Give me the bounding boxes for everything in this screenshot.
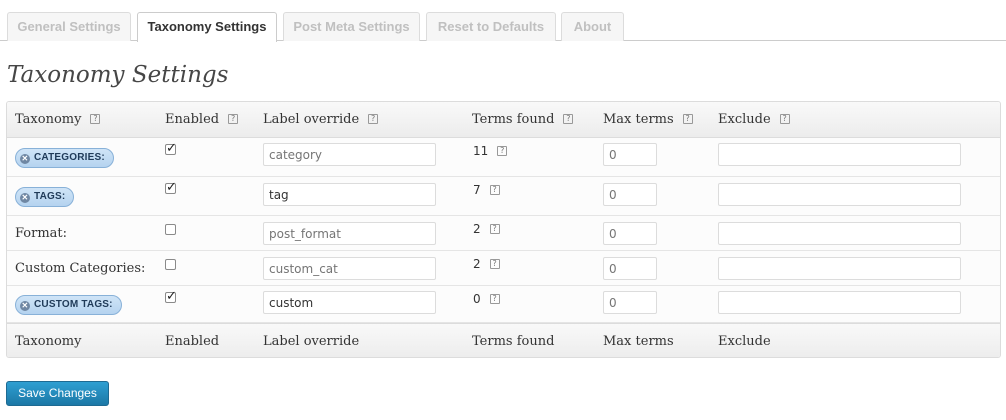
exclude-input[interactable] xyxy=(718,183,961,206)
terms-count: 11 xyxy=(473,144,489,158)
header-terms-found: Terms found? xyxy=(472,112,574,127)
header-label: Terms found xyxy=(472,112,555,127)
help-icon[interactable]: ? xyxy=(563,114,574,124)
header-label: Taxonomy xyxy=(15,112,82,127)
taxonomy-table: Taxonomy? Enabled? Label override? Terms… xyxy=(6,101,1001,358)
header-enabled: Enabled? xyxy=(165,112,239,127)
table-row: ✕ CATEGORIES: ✓ 11? xyxy=(7,138,1000,177)
table-row: Custom Categories: 2? xyxy=(7,251,1000,286)
header-label: Label override xyxy=(263,112,360,127)
remove-x-icon[interactable]: ✕ xyxy=(20,193,30,203)
footer-taxonomy: Taxonomy xyxy=(15,334,82,349)
taxonomy-name: CUSTOM TAGS: xyxy=(34,299,113,310)
exclude-input[interactable] xyxy=(718,222,961,245)
header-max-terms: Max terms? xyxy=(603,112,693,127)
taxonomy-name: Custom Categories: xyxy=(15,261,146,276)
help-icon[interactable]: ? xyxy=(489,259,500,269)
terms-found: 11? xyxy=(473,144,508,158)
header-label-override: Label override? xyxy=(263,112,379,127)
checkmark-icon: ✓ xyxy=(166,289,177,304)
taxonomy-name: CATEGORIES: xyxy=(34,152,105,163)
table-footer: Taxonomy Enabled Label override Terms fo… xyxy=(7,323,1000,357)
checkmark-icon: ✓ xyxy=(166,141,177,156)
checkmark-icon: ✓ xyxy=(166,180,177,195)
label-override-input[interactable] xyxy=(263,183,436,206)
tab-bar: General Settings Taxonomy Settings Post … xyxy=(0,0,1006,42)
max-terms-input[interactable] xyxy=(603,143,657,166)
footer-label-override: Label override xyxy=(263,334,360,349)
tab-post-meta-settings[interactable]: Post Meta Settings xyxy=(283,12,420,41)
help-icon[interactable]: ? xyxy=(228,114,239,124)
terms-count: 0 xyxy=(473,292,481,306)
header-taxonomy: Taxonomy? xyxy=(15,112,101,127)
tab-general-settings[interactable]: General Settings xyxy=(7,12,131,41)
terms-found: 2? xyxy=(473,222,500,236)
terms-count: 2 xyxy=(473,257,481,271)
remove-x-icon[interactable]: ✕ xyxy=(20,154,30,164)
max-terms-input[interactable] xyxy=(603,257,657,280)
label-override-input[interactable] xyxy=(263,291,436,314)
table-header: Taxonomy? Enabled? Label override? Terms… xyxy=(7,102,1000,138)
taxonomy-pill[interactable]: ✕ CUSTOM TAGS: xyxy=(15,295,122,315)
max-terms-input[interactable] xyxy=(603,291,657,314)
tab-taxonomy-settings[interactable]: Taxonomy Settings xyxy=(137,12,277,42)
header-exclude: Exclude? xyxy=(718,112,790,127)
footer-terms-found: Terms found xyxy=(472,334,555,349)
save-changes-button[interactable]: Save Changes xyxy=(6,381,109,406)
help-icon[interactable]: ? xyxy=(682,114,693,124)
help-icon[interactable]: ? xyxy=(489,185,500,195)
remove-x-icon[interactable]: ✕ xyxy=(20,301,30,311)
max-terms-input[interactable] xyxy=(603,222,657,245)
enabled-checkbox[interactable] xyxy=(165,259,176,270)
label-override-input[interactable] xyxy=(263,222,436,245)
taxonomy-pill[interactable]: ✕ CATEGORIES: xyxy=(15,148,114,168)
table-row: Format: 2? xyxy=(7,216,1000,251)
header-label: Exclude xyxy=(718,112,771,127)
enabled-checkbox[interactable]: ✓ xyxy=(165,141,177,156)
taxonomy-cell: ✕ CUSTOM TAGS: xyxy=(15,294,122,315)
tab-reset-to-defaults[interactable]: Reset to Defaults xyxy=(426,12,556,41)
terms-count: 2 xyxy=(473,222,481,236)
help-icon[interactable]: ? xyxy=(779,114,790,124)
max-terms-input[interactable] xyxy=(603,183,657,206)
page-title: Taxonomy Settings xyxy=(7,62,229,88)
label-override-input[interactable] xyxy=(263,143,436,166)
table-row: ✕ TAGS: ✓ 7? xyxy=(7,177,1000,216)
exclude-input[interactable] xyxy=(718,143,961,166)
label-override-input[interactable] xyxy=(263,257,436,280)
terms-found: 0? xyxy=(473,292,500,306)
help-icon[interactable]: ? xyxy=(90,114,101,124)
taxonomy-cell: ✕ CATEGORIES: xyxy=(15,147,114,168)
exclude-input[interactable] xyxy=(718,257,961,280)
terms-found: 2? xyxy=(473,257,500,271)
footer-max-terms: Max terms xyxy=(603,334,674,349)
enabled-checkbox[interactable]: ✓ xyxy=(165,180,177,195)
header-label: Enabled xyxy=(165,112,220,127)
help-icon[interactable]: ? xyxy=(489,294,500,304)
footer-enabled: Enabled xyxy=(165,334,220,349)
help-icon[interactable]: ? xyxy=(368,114,379,124)
terms-count: 7 xyxy=(473,183,481,197)
terms-found: 7? xyxy=(473,183,500,197)
enabled-checkbox[interactable]: ✓ xyxy=(165,289,177,304)
header-label: Max terms xyxy=(603,112,674,127)
taxonomy-pill[interactable]: ✕ TAGS: xyxy=(15,187,75,207)
taxonomy-name: TAGS: xyxy=(34,191,66,202)
tab-about[interactable]: About xyxy=(561,12,624,41)
table-row: ✕ CUSTOM TAGS: ✓ 0? xyxy=(7,286,1000,323)
exclude-input[interactable] xyxy=(718,291,961,314)
enabled-checkbox[interactable] xyxy=(165,224,176,235)
taxonomy-name: Format: xyxy=(15,226,68,241)
help-icon[interactable]: ? xyxy=(489,224,500,234)
footer-exclude: Exclude xyxy=(718,334,771,349)
help-icon[interactable]: ? xyxy=(497,146,508,156)
taxonomy-cell: ✕ TAGS: xyxy=(15,186,75,207)
